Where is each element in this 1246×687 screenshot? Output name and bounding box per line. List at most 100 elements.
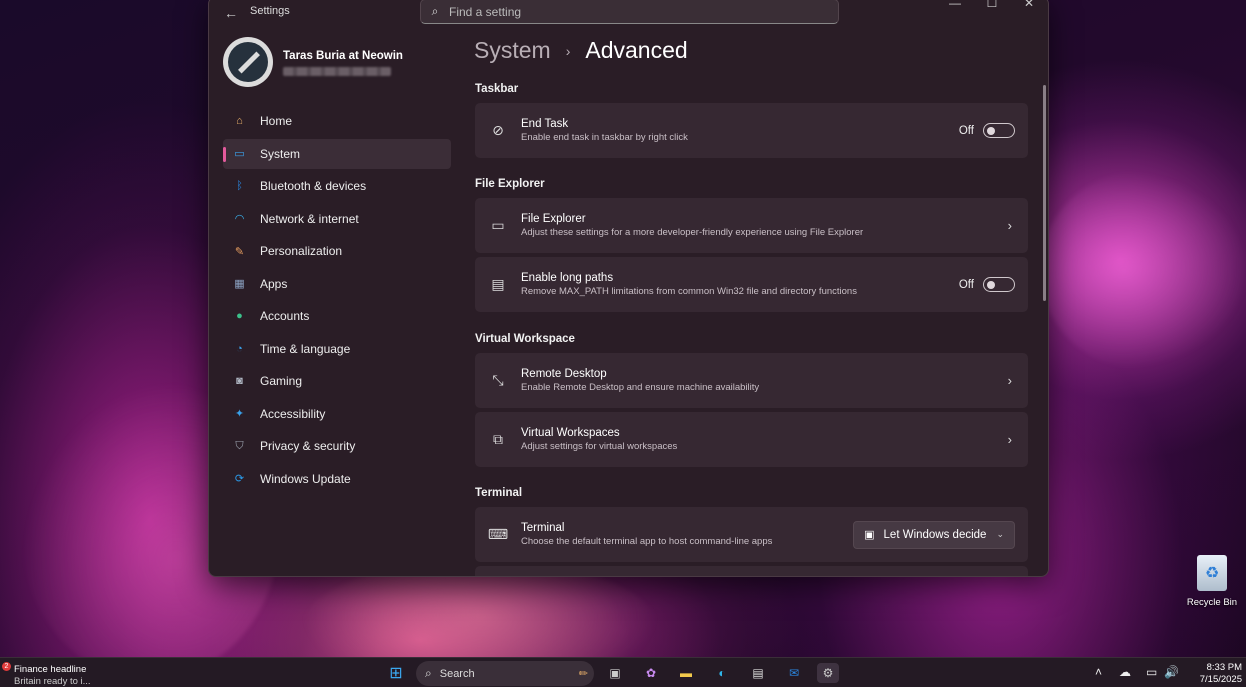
terminal-app-dropdown[interactable]: ▣ Let Windows decide ⌄ [853,520,1015,549]
sidebar-item-label: Bluetooth & devices [260,179,367,193]
sidebar-item-gaming[interactable]: ◙ Gaming [223,366,451,396]
card-title: Virtual Workspaces [521,427,620,439]
sidebar-item-accounts[interactable]: ● Accounts [223,301,451,331]
sidebar-item-windows-update[interactable]: ⟳ Windows Update [223,464,451,494]
end-task-toggle[interactable] [983,123,1015,138]
sidebar-item-home[interactable]: ⌂ Home [223,106,451,136]
sidebar-nav: ⌂ Home ▭ System ᛒ Bluetooth & devices ◠ Network… [223,106,451,496]
chevron-right-icon: › [1007,218,1012,233]
card-title: Enable long paths [521,272,614,284]
clock[interactable]: 8:33 PM 7/15/2025 [1186,662,1242,686]
globe-clock-icon: ◔ [236,342,243,355]
sidebar-item-label: Home [260,114,293,128]
terminal-card: ⌨ Terminal Choose the default terminal a… [475,507,1028,562]
outlook-icon[interactable]: ✉ [783,663,805,683]
settings-app-icon[interactable]: ⚙ [817,663,839,683]
settings-search-input[interactable] [449,4,809,19]
card-description: Enable Remote Desktop and ensure machine… [521,382,760,393]
dropdown-value: Let Windows decide [883,528,987,541]
clock-date: 7/15/2025 [1199,674,1242,685]
title-bar: ← Settings ⌕ — ☐ ✕ [209,0,1048,27]
virtual-workspaces-card[interactable]: ⧉ Virtual Workspaces Adjust settings for… [475,412,1028,467]
taskbar-search-label: Search [439,667,475,680]
long-paths-toggle[interactable] [983,277,1015,292]
section-title-file-explorer: File Explorer [475,178,545,190]
sidebar-item-label: Privacy & security [260,439,356,453]
sidebar-item-system[interactable]: ▭ System [223,138,451,169]
card-title: End Task [521,118,569,130]
toggle-state-label: Off [958,124,974,137]
recycle-bin[interactable]: Recycle Bin [1186,555,1238,608]
scrollbar-thumb[interactable] [1043,85,1046,301]
task-view-icon[interactable]: ▣ [604,663,626,683]
accounts-icon: ● [236,310,243,322]
user-name: Taras Buria at Neowin [283,50,403,62]
section-title-terminal: Terminal [475,487,523,499]
page-title: Advanced [585,37,688,63]
sidebar-item-personalization[interactable]: ✎ Personalization [223,236,451,266]
windows-start-icon[interactable]: ⊞ [385,663,407,683]
card-description: Adjust settings for virtual workspaces [521,441,678,452]
recycle-bin-label: Recycle Bin [1186,597,1238,608]
terminal-icon: ⌨ [487,526,509,542]
sidebar-item-label: Gaming [260,374,303,388]
folder-icon: ▭ [491,217,505,233]
breadcrumb-separator-icon: › [565,42,571,59]
toggle-state-label: Off [958,278,974,291]
chevron-up-icon[interactable]: ˄ [1095,665,1102,679]
remote-desktop-icon: ⤡ [492,372,504,388]
accessibility-icon: ✦ [234,408,245,420]
end-task-icon: ⊘ [492,122,504,138]
network-icon[interactable]: ▭ [1146,665,1157,679]
news-title: Finance headline [14,664,87,675]
store-icon[interactable]: ▤ [747,663,769,683]
app-title: Settings [250,5,290,17]
file-explorer-card[interactable]: ▭ File Explorer Adjust these settings fo… [475,198,1028,253]
file-explorer-icon[interactable]: ▬ [675,663,697,683]
search-highlight-icon: ✏ [578,668,588,680]
card-title: File Explorer [521,213,586,225]
next-card-partial [475,566,1028,576]
sidebar-item-label: Personalization [260,244,343,258]
sidebar-item-label: Accounts [260,309,310,323]
breadcrumb-parent[interactable]: System [474,37,551,64]
sidebar-item-privacy-security[interactable]: ⛉ Privacy & security [223,431,451,461]
wifi-icon: ◠ [234,213,245,225]
remote-desktop-card[interactable]: ⤡ Remote Desktop Enable Remote Desktop a… [475,353,1028,408]
avatar[interactable] [223,37,273,87]
back-arrow-icon[interactable]: ← [221,3,241,23]
chevron-right-icon: › [1007,373,1012,388]
user-email-blurred [283,67,391,76]
minimize-icon[interactable]: — [937,0,973,11]
settings-search-box[interactable]: ⌕ [420,0,839,24]
sidebar-item-label: System [260,146,301,161]
card-description: Adjust these settings for a more develop… [521,227,864,238]
settings-window: ← Settings ⌕ — ☐ ✕ Taras Buria at Neowin… [208,0,1049,577]
notification-badge: 2 [2,662,11,671]
chevron-right-icon: › [1007,432,1012,447]
sidebar-item-network-internet[interactable]: ◠ Network & internet [223,204,451,234]
card-description: Remove MAX_PATH limitations from common … [521,286,857,297]
onedrive-icon[interactable]: ☁ [1119,665,1131,679]
section-title-taskbar: Taskbar [475,83,519,95]
neowin-logo-icon [228,42,268,82]
virtual-workspace-icon: ⧉ [493,431,503,447]
sidebar-item-time-language[interactable]: ◔ Time & language [223,334,451,364]
end-task-card[interactable]: ⊘ End Task Enable end task in taskbar by… [475,103,1028,158]
system-icon: ▭ [234,148,245,160]
sidebar-item-apps[interactable]: ▦ Apps [223,269,451,299]
shield-icon: ⛉ [235,439,244,452]
sidebar-item-label: Apps [260,276,288,291]
close-icon[interactable]: ✕ [1011,0,1047,11]
chevron-down-icon: ⌄ [996,529,1004,539]
copilot-icon[interactable]: ✿ [640,663,662,683]
sidebar-item-bluetooth-devices[interactable]: ᛒ Bluetooth & devices [223,171,451,201]
update-icon: ⟳ [234,473,245,485]
sidebar-item-accessibility[interactable]: ✦ Accessibility [223,399,451,429]
taskbar-search[interactable]: ⌕ Search ✏ [416,661,594,686]
enable-long-paths-card[interactable]: ▤ Enable long paths Remove MAX_PATH limi… [475,257,1028,312]
card-title: Terminal [521,522,565,534]
maximize-icon[interactable]: ☐ [974,0,1010,11]
edge-icon[interactable]: ◐ [711,663,733,683]
volume-icon[interactable]: 🔊 [1164,665,1179,679]
